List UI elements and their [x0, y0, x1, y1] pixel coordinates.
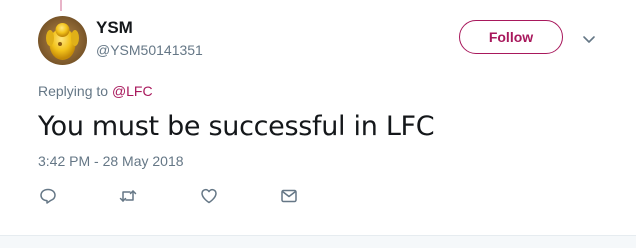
mention-link[interactable]: @LFC	[112, 83, 153, 99]
user-handle[interactable]: @YSM50141351	[96, 41, 203, 59]
reply-icon[interactable]	[38, 186, 58, 206]
direct-message-icon[interactable]	[279, 186, 299, 206]
tweet-text: You must be successful in LFC	[38, 111, 435, 142]
chevron-down-icon[interactable]	[581, 31, 597, 47]
avatar-image	[38, 16, 87, 65]
replying-to-line: Replying to @LFC	[38, 82, 153, 100]
retweet-icon[interactable]	[118, 186, 138, 206]
footer-divider	[0, 235, 636, 248]
thread-connector-line	[60, 0, 62, 11]
follow-button[interactable]: Follow	[459, 20, 563, 54]
avatar[interactable]	[38, 16, 87, 65]
like-icon[interactable]	[199, 186, 219, 206]
display-name[interactable]: YSM	[96, 18, 133, 38]
replying-to-label: Replying to	[38, 83, 109, 99]
timestamp[interactable]: 3:42 PM - 28 May 2018	[38, 152, 184, 170]
